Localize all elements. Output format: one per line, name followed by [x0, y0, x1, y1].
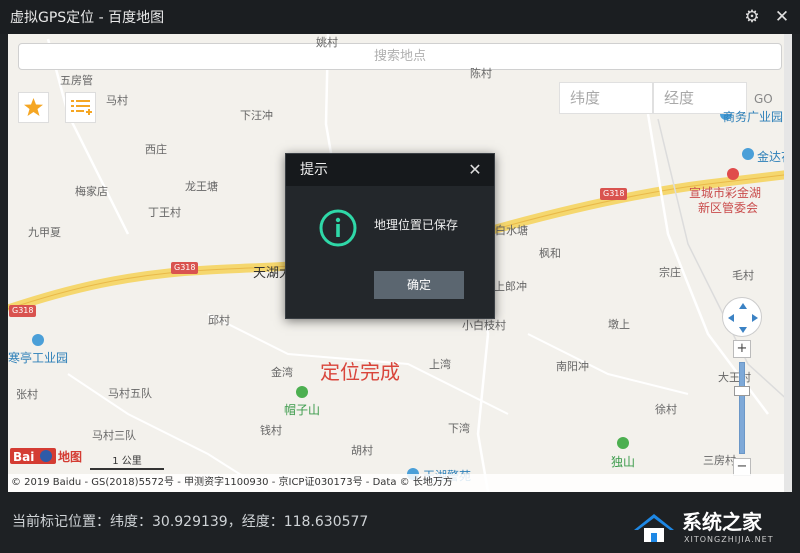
- gear-icon[interactable]: ⚙: [741, 6, 763, 28]
- road-label: G318: [9, 305, 37, 317]
- map-label: 马村三队: [92, 429, 136, 442]
- pan-control[interactable]: [722, 297, 762, 337]
- road-label: G318: [171, 262, 199, 274]
- map-label: 丁王村: [148, 206, 181, 219]
- map-label: 西庄: [145, 143, 167, 156]
- map-label: 钱村: [260, 424, 282, 437]
- dialog-header: 提示 ✕: [286, 154, 494, 186]
- svg-text:地图: 地图: [58, 449, 82, 464]
- map-label: 三房村: [703, 454, 736, 467]
- map-label: 帽子山: [284, 403, 321, 417]
- zoom-control[interactable]: + −: [733, 340, 751, 476]
- zoom-in-button[interactable]: +: [733, 340, 751, 358]
- prompt-dialog: 提示 ✕ 地理位置已保存 确定: [285, 153, 495, 319]
- map-label: 下湾: [448, 422, 470, 435]
- go-button[interactable]: GO: [754, 92, 773, 106]
- app-window: 虚拟GPS定位 - 百度地图 ⚙ ✕ 搜索地点 纬度 经度 GO 五房管 马村 …: [0, 0, 800, 553]
- window-title: 虚拟GPS定位 - 百度地图: [10, 10, 165, 26]
- map-label: 墩上: [608, 318, 630, 331]
- map-label: 下汪冲: [240, 109, 273, 122]
- map-label: 南阳冲: [556, 360, 589, 373]
- map-scale: 1 公里: [90, 452, 164, 470]
- map-label: 九甲夏: [28, 226, 61, 239]
- map-label: 胡村: [351, 444, 373, 457]
- map-label: 五房管: [60, 74, 93, 87]
- watermark-url: XITONGZHIJIA.NET: [684, 535, 774, 544]
- map-label: 小白枝村: [462, 319, 506, 332]
- map-label: 姚村: [316, 36, 338, 49]
- zoom-track[interactable]: [739, 362, 745, 454]
- title-bar: 虚拟GPS定位 - 百度地图 ⚙ ✕: [0, 0, 800, 34]
- map-label: 枫和: [539, 247, 561, 260]
- close-icon[interactable]: ✕: [464, 159, 486, 181]
- watermark-text: 系统之家: [682, 510, 762, 534]
- location-status: 定位完成: [320, 360, 400, 384]
- map-label: 马村: [106, 94, 128, 107]
- svg-text:Bai: Bai: [13, 450, 34, 464]
- map-label: 上郎冲: [494, 280, 527, 293]
- close-icon[interactable]: ✕: [771, 6, 793, 28]
- baidu-logo: Bai 地图: [10, 444, 84, 473]
- dialog-message: 地理位置已保存: [374, 218, 459, 232]
- map-label: 商务广业园: [723, 110, 784, 124]
- map-label: 马村五队: [108, 387, 152, 400]
- map-label: 金湾: [271, 366, 293, 379]
- ok-button[interactable]: 确定: [374, 271, 464, 299]
- info-icon: [319, 209, 357, 247]
- map-label: 独山: [611, 455, 636, 469]
- favorite-button[interactable]: [18, 92, 49, 123]
- list-add-icon: [71, 100, 92, 115]
- map-copyright: © 2019 Baidu - GS(2018)5572号 - 甲测资字11009…: [8, 474, 792, 492]
- map-label: 宗庄: [659, 266, 681, 279]
- map-label: 龙王塘: [185, 180, 218, 193]
- map-label: 新区管委会: [698, 201, 759, 215]
- road-label: G318: [600, 188, 628, 200]
- map-label: 徐村: [655, 403, 677, 416]
- map-label: 寒亭工业园: [8, 351, 69, 365]
- watermark: 系统之家 XITONGZHIJIA.NET: [626, 504, 796, 550]
- latitude-input[interactable]: 纬度: [559, 82, 653, 114]
- map-scrollbar[interactable]: [784, 34, 792, 492]
- map-label: 张村: [16, 388, 38, 401]
- dialog-title: 提示: [300, 162, 328, 178]
- map-label: 毛村: [732, 269, 754, 282]
- search-input[interactable]: 搜索地点: [18, 43, 782, 70]
- house-logo-icon: [634, 514, 674, 542]
- zoom-slider-handle[interactable]: [734, 386, 750, 396]
- baidu-paw-icon: Bai 地图: [10, 448, 82, 464]
- map-label: 邱村: [208, 314, 230, 327]
- map-label: 梅家店: [75, 185, 108, 198]
- map-label: 上湾: [429, 358, 451, 371]
- list-button[interactable]: [65, 92, 96, 123]
- pan-arrows-icon: [728, 303, 758, 333]
- map-label: 陈村: [470, 67, 492, 80]
- map-label: 白水塘: [495, 224, 528, 237]
- star-icon: [24, 98, 43, 116]
